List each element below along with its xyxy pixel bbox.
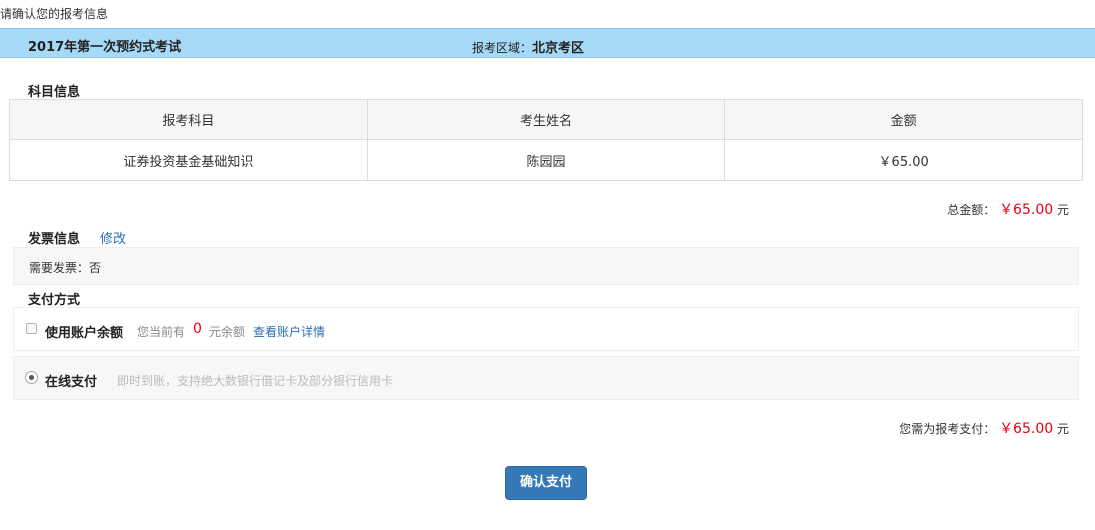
online-payment-radio[interactable] <box>25 371 38 384</box>
account-detail-link[interactable]: 查看账户详情 <box>253 323 325 340</box>
exam-region-value: 北京考区 <box>532 41 585 56</box>
online-payment-option[interactable]: 在线支付 即时到账，支持绝大数银行借记卡及部分银行信用卡 <box>13 356 1079 400</box>
balance-amount: 0 <box>193 321 202 337</box>
amount-due-value: ￥65.00 <box>999 421 1054 437</box>
online-payment-label: 在线支付 <box>45 375 98 390</box>
balance-option-label: 使用账户余额 <box>45 326 124 341</box>
exam-region: 报考区域：北京考区 <box>472 37 584 56</box>
cell-subject: 证券投资基金基础知识 <box>9 139 368 181</box>
page-heading: 请确认您的报考信息 <box>0 7 109 21</box>
invoice-section-title: 发票信息 <box>28 232 81 247</box>
total-amount-value: ￥65.00 <box>999 202 1054 218</box>
invoice-info-box: 需要发票：否 <box>13 247 1079 285</box>
column-header-candidate-name: 考生姓名 <box>366 99 726 140</box>
exam-region-label: 报考区域： <box>472 41 533 55</box>
confirm-payment-button[interactable]: 确认支付 <box>505 466 587 500</box>
balance-checkbox[interactable] <box>26 323 37 334</box>
exam-name: 2017年第一次预约式考试 <box>28 40 182 55</box>
cell-amount: ￥65.00 <box>724 139 1083 181</box>
payment-section-title: 支付方式 <box>28 293 81 308</box>
column-header-amount: 金额 <box>724 99 1083 140</box>
table-row: 证券投资基金基础知识 陈园园 ￥65.00 <box>9 139 1083 181</box>
subject-table: 报考科目 考生姓名 金额 证券投资基金基础知识 陈园园 ￥65.00 <box>9 99 1083 181</box>
amount-due-unit: 元 <box>1056 422 1069 436</box>
total-amount-line: 总金额： ￥65.00 元 <box>947 199 1069 219</box>
balance-hint-prefix: 您当前有 <box>137 325 186 339</box>
cell-candidate-name: 陈园园 <box>366 139 726 181</box>
table-header-row: 报考科目 考生姓名 金额 <box>9 99 1083 140</box>
online-payment-description: 即时到账，支持绝大数银行借记卡及部分银行信用卡 <box>117 374 394 388</box>
balance-hint-suffix: 元余额 <box>209 325 246 339</box>
total-amount-label: 总金额： <box>947 203 996 217</box>
balance-payment-option[interactable]: 使用账户余额 您当前有 0 元余额 查看账户详情 <box>13 307 1079 351</box>
invoice-need-text: 需要发票：否 <box>29 261 102 275</box>
amount-due-label: 您需为报考支付： <box>899 422 996 436</box>
invoice-edit-link[interactable]: 修改 <box>100 228 126 247</box>
exam-header-bar: 2017年第一次预约式考试 报考区域：北京考区 <box>0 28 1095 58</box>
amount-due-line: 您需为报考支付： ￥65.00 元 <box>899 418 1069 438</box>
column-header-subject: 报考科目 <box>9 99 368 140</box>
subject-section-title: 科目信息 <box>28 85 81 100</box>
total-amount-unit: 元 <box>1056 203 1069 217</box>
